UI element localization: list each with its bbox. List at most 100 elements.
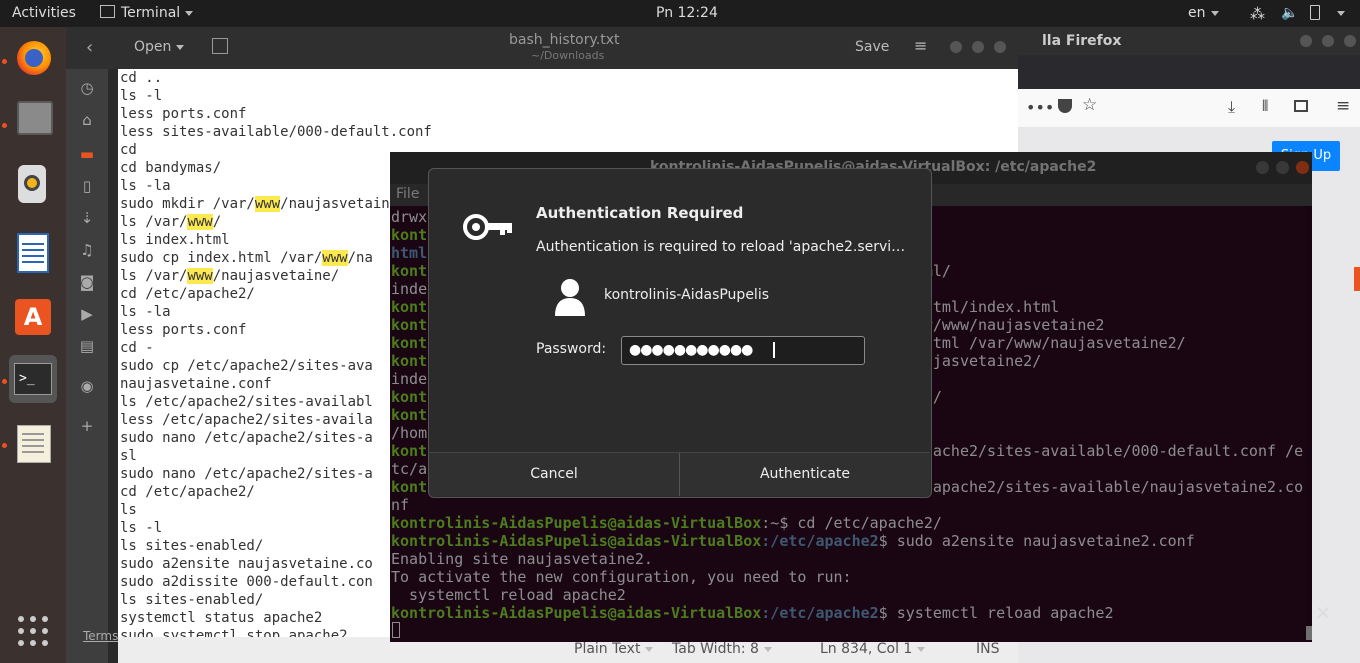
bookmark-star-icon[interactable]: ☆ [1082, 95, 1097, 115]
language-indicator[interactable]: en [1188, 5, 1219, 21]
cursor-position-label: Ln 834, Col 1 [820, 641, 913, 657]
password-field[interactable]: ●●●●●●●●●●● [621, 336, 865, 365]
top-bar: Activities Terminal Pn 12:24 en ⁂ 🔈 [0, 0, 1360, 27]
user-avatar-icon [553, 278, 587, 316]
apps-grid-icon [18, 616, 48, 646]
language-label: en [1188, 5, 1206, 21]
text-editor-launcher[interactable] [9, 419, 57, 467]
hamburger-menu-icon[interactable]: ≡ [914, 36, 927, 55]
trash-icon[interactable]: ▤ [78, 337, 96, 355]
dialog-message: Authentication is required to reload 'ap… [536, 239, 906, 255]
folder-icon[interactable]: ▬ [78, 145, 96, 163]
back-icon[interactable]: ‹ [86, 37, 93, 58]
save-button[interactable]: Save [855, 39, 889, 55]
syntax-label: Plain Text [574, 641, 641, 657]
recent-icon[interactable]: ◷ [78, 79, 96, 97]
editor-line: cd .. [120, 70, 163, 86]
document-subtitle: ~/Downloads [531, 49, 605, 62]
software-launcher[interactable]: A [9, 291, 57, 339]
chevron-down-icon [176, 44, 185, 50]
cursor-position[interactable]: Ln 834, Col 1 [820, 641, 926, 657]
firefox-launcher[interactable] [9, 35, 57, 83]
tab-width-label: Tab Width: 8 [672, 641, 759, 657]
document-icon[interactable]: ▯ [78, 177, 96, 195]
minimize-button[interactable] [1300, 35, 1312, 47]
close-notification-icon[interactable]: ✕ [1310, 600, 1336, 626]
activities-button[interactable]: Activities [12, 5, 76, 21]
menu-icon[interactable]: ≡ [1336, 96, 1350, 116]
open-button[interactable]: Open [134, 39, 185, 55]
firefox-tabstrip [1018, 55, 1360, 89]
volume-icon[interactable]: 🔈 [1281, 5, 1298, 21]
document-title: bash_history.txt [509, 32, 620, 48]
gedit-side-panel: ◷ ⌂ ▬ ▯ ⇣ ♫ ◙ ▶ ▤ ◉ + [66, 69, 108, 663]
camera-icon[interactable]: ◙ [78, 273, 96, 291]
terminal-launcher[interactable]: >_ [9, 355, 57, 403]
app-menu-label: Terminal [121, 5, 181, 21]
page-actions-icon[interactable]: ••• [1026, 98, 1054, 117]
scroll-marker [1354, 267, 1360, 291]
files-launcher[interactable] [9, 93, 57, 141]
dialog-buttons: Cancel Authenticate [429, 452, 930, 496]
chevron-down-icon [1337, 10, 1345, 16]
search-highlight: www [254, 196, 281, 212]
chevron-down-icon [185, 10, 194, 16]
sidebar-icon[interactable] [1294, 100, 1308, 112]
minimize-button[interactable] [950, 41, 962, 53]
downloads-icon[interactable]: ⤓ [1228, 97, 1235, 117]
close-button[interactable] [1344, 35, 1356, 47]
add-location-icon[interactable]: + [78, 417, 96, 435]
search-highlight: www [187, 268, 213, 284]
text-editor-icon [17, 425, 51, 463]
running-indicator [2, 59, 7, 64]
pocket-icon[interactable] [1058, 99, 1072, 113]
writer-launcher[interactable] [9, 229, 57, 277]
files-icon [17, 101, 53, 135]
editor-line: less sites-available/000-default.conf [120, 124, 432, 140]
video-icon[interactable]: ▶ [78, 305, 96, 323]
firefox-toolbar: ••• ☆ ⤓ ⫴ ≡ [1018, 89, 1360, 127]
password-value: ●●●●●●●●●●● [629, 342, 753, 358]
clock[interactable]: Pn 12:24 [656, 5, 718, 21]
key-icon [462, 210, 514, 244]
terminal-menu-icon [100, 5, 115, 18]
terminal-icon: >_ [14, 363, 52, 395]
firefox-title: lla Firefox [1042, 33, 1122, 49]
chevron-down-icon [1210, 10, 1219, 16]
network-icon[interactable]: ⁂ [1250, 5, 1265, 23]
system-menu[interactable] [1332, 5, 1345, 21]
dock: A >_ [0, 27, 66, 663]
maximize-button[interactable] [972, 41, 984, 53]
library-icon[interactable]: ⫴ [1262, 97, 1268, 115]
gedit-headerbar: ‹ Open bash_history.txt ~/Downloads Save… [66, 27, 1018, 69]
disc-icon[interactable]: ◉ [78, 377, 96, 395]
software-icon: A [15, 299, 51, 335]
cancel-button[interactable]: Cancel [429, 453, 680, 496]
insert-mode: INS [976, 641, 1000, 657]
home-icon[interactable]: ⌂ [78, 111, 96, 129]
tab-width-selector[interactable]: Tab Width: 8 [672, 641, 772, 657]
new-document-icon[interactable] [212, 38, 228, 54]
close-button[interactable] [994, 41, 1006, 53]
writer-icon [17, 233, 49, 273]
music-icon[interactable]: ♫ [78, 241, 96, 259]
firefox-titlebar: lla Firefox [1018, 27, 1360, 55]
battery-icon[interactable] [1310, 5, 1320, 22]
chevron-down-icon [645, 646, 654, 652]
running-indicator [2, 443, 7, 448]
syntax-selector[interactable]: Plain Text [574, 641, 654, 657]
show-applications-button[interactable] [16, 614, 50, 648]
rhythmbox-launcher[interactable] [9, 161, 57, 209]
running-indicator [2, 123, 7, 128]
terms-link[interactable]: Terms [83, 629, 118, 643]
authenticate-button[interactable]: Authenticate [680, 453, 930, 496]
app-menu[interactable]: Terminal [100, 5, 194, 21]
maximize-button[interactable] [1322, 35, 1334, 47]
editor-line: ls -l [120, 88, 163, 104]
download-icon[interactable]: ⇣ [78, 209, 96, 227]
chevron-down-icon [763, 646, 772, 652]
password-label: Password: [536, 341, 607, 357]
dialog-username: kontrolinis-AidasPupelis [604, 287, 769, 303]
search-highlight: www [187, 214, 213, 230]
running-indicator [2, 379, 7, 384]
